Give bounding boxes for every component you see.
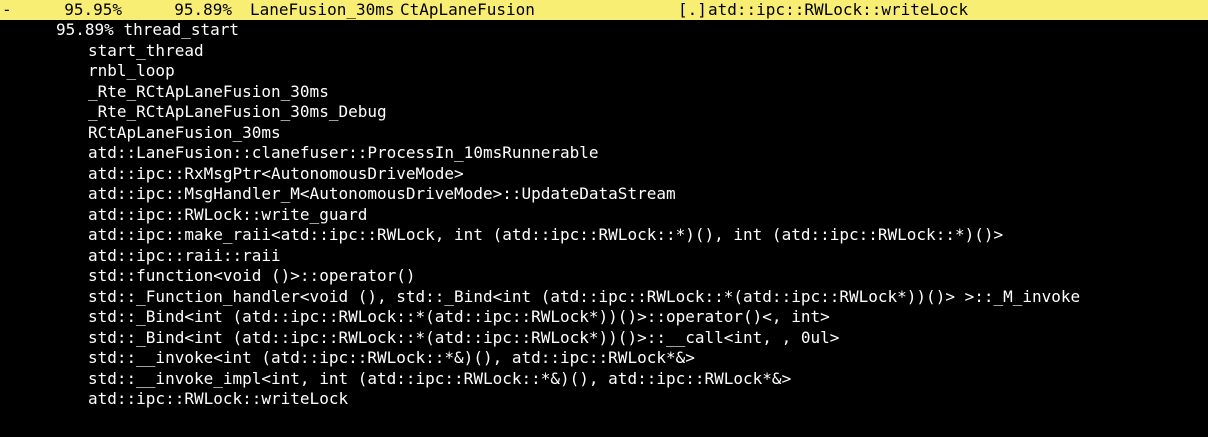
callchain-frame[interactable]: rnbl_loop xyxy=(0,61,1208,82)
callchain-root-percent: 95.89% xyxy=(56,20,114,39)
collapse-toggle[interactable]: - xyxy=(0,0,36,20)
callchain-frame[interactable]: atd::ipc::RxMsgPtr<AutonomousDriveMode> xyxy=(0,164,1208,185)
callchain-frame[interactable]: _Rte_RCtApLaneFusion_30ms_Debug xyxy=(0,102,1208,123)
callchain-frame[interactable]: std::__invoke<int (atd::ipc::RWLock::*&)… xyxy=(0,348,1208,369)
callchain-frame[interactable]: atd::ipc::make_raii<atd::ipc::RWLock, in… xyxy=(0,225,1208,246)
callchain-frame[interactable]: std::_Function_handler<void (), std::_Bi… xyxy=(0,287,1208,308)
callchain-frame[interactable]: atd::ipc::RWLock::write_guard xyxy=(0,205,1208,226)
callchain-frame[interactable]: std::_Bind<int (atd::ipc::RWLock::*(atd:… xyxy=(0,328,1208,349)
callchain-frame[interactable]: atd::ipc::MsgHandler_M<AutonomousDriveMo… xyxy=(0,184,1208,205)
callchain-frame[interactable]: atd::LaneFusion::clanefuser::ProcessIn_1… xyxy=(0,143,1208,164)
callchain-root[interactable]: 95.89% thread_start xyxy=(0,20,1208,41)
shared-object-name: CtApLaneFusion xyxy=(400,0,535,19)
children-percent: 95.95% xyxy=(64,0,122,19)
symbol-name: atd::ipc::RWLock::writeLock xyxy=(708,0,969,19)
perf-report-terminal: - 95.95% 95.89% LaneFusion_30ms CtApLane… xyxy=(0,0,1208,437)
callchain-frame[interactable]: std::function<void ()>::operator() xyxy=(0,266,1208,287)
callchain-frame[interactable]: RCtApLaneFusion_30ms xyxy=(0,123,1208,144)
callchain-root-symbol: thread_start xyxy=(123,20,240,39)
callchain-frame[interactable]: _Rte_RCtApLaneFusion_30ms xyxy=(0,82,1208,103)
callchain-frame[interactable]: atd::ipc::RWLock::writeLock xyxy=(0,389,1208,410)
command-name: LaneFusion_30ms xyxy=(250,0,395,19)
callchain-frame[interactable]: std::__invoke_impl<int, int (atd::ipc::R… xyxy=(0,369,1208,390)
callchain-frame[interactable]: atd::ipc::raii::raii xyxy=(0,246,1208,267)
self-percent: 95.89% xyxy=(174,0,232,19)
callchain-frame[interactable]: start_thread xyxy=(0,41,1208,62)
symbol-type: [.] xyxy=(678,0,707,19)
callchain-frame[interactable]: std::_Bind<int (atd::ipc::RWLock::*(atd:… xyxy=(0,307,1208,328)
selected-entry-row[interactable]: - 95.95% 95.89% LaneFusion_30ms CtApLane… xyxy=(0,0,1208,20)
callchain-tree: 95.89% thread_start start_thread rnbl_lo… xyxy=(0,20,1208,410)
